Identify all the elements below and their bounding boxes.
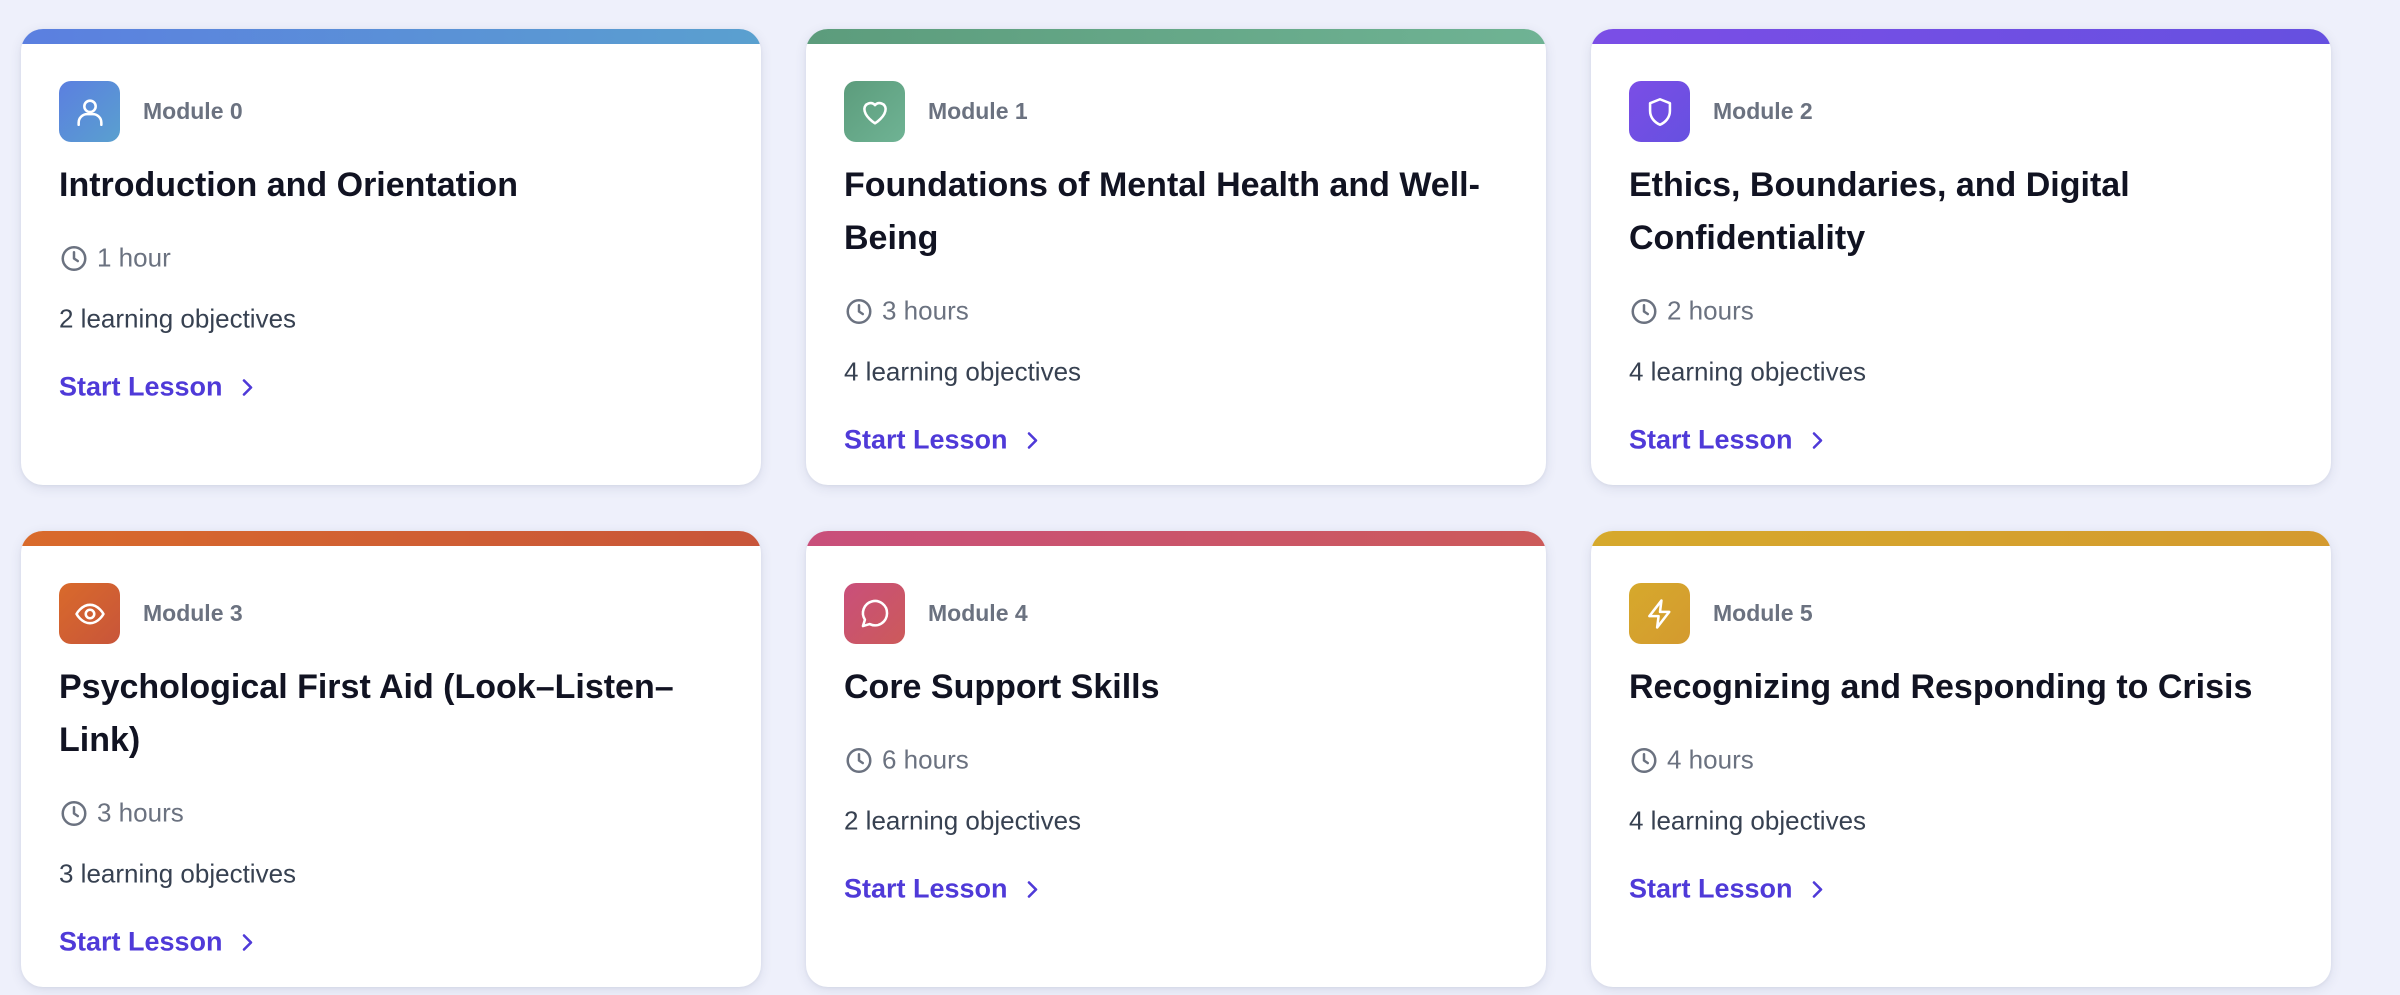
duration: 1 hour — [59, 243, 171, 274]
clock-icon — [1631, 298, 1657, 324]
module-card-3[interactable]: Module 3 Psychological First Aid (Look–L… — [21, 531, 761, 987]
duration: 2 hours — [1629, 296, 1754, 327]
start-lesson-label: Start Lesson — [59, 371, 223, 402]
module-card-0[interactable]: Module 0 Introduction and Orientation 1 … — [21, 29, 761, 485]
duration-text: 1 hour — [97, 242, 171, 273]
module-title: Introduction and Orientation — [59, 166, 518, 204]
duration-text: 2 hours — [1667, 295, 1754, 326]
card-header: Module 4 — [844, 583, 1028, 644]
module-title: Recognizing and Responding to Crisis — [1629, 668, 2253, 706]
module-grid: Module 0 Introduction and Orientation 1 … — [0, 0, 2400, 995]
module-card-4[interactable]: Module 4 Core Support Skills 6 hours 2 l… — [806, 531, 1546, 987]
duration: 3 hours — [59, 798, 184, 829]
duration-text: 4 hours — [1667, 744, 1754, 775]
card-header: Module 2 — [1629, 81, 1813, 142]
clock-icon — [61, 800, 87, 826]
module-title: Foundations of Mental Health and Well-Be… — [844, 166, 1480, 257]
duration: 4 hours — [1629, 745, 1754, 776]
module-label: Module 0 — [143, 98, 243, 124]
start-lesson-button[interactable]: Start Lesson — [844, 425, 1044, 456]
heart-icon — [844, 81, 905, 142]
module-title: Psychological First Aid (Look–Listen–Lin… — [59, 668, 674, 759]
start-lesson-label: Start Lesson — [844, 873, 1008, 904]
chevron-right-icon — [1027, 880, 1037, 898]
lightning-icon — [1629, 583, 1690, 644]
chevron-right-icon — [242, 933, 252, 951]
eye-icon — [59, 583, 120, 644]
card-accent-bar — [806, 29, 1546, 44]
start-lesson-button[interactable]: Start Lesson — [1629, 425, 1829, 456]
objectives-count: 4 learning objectives — [844, 356, 1082, 387]
module-card-1[interactable]: Module 1 Foundations of Mental Health an… — [806, 29, 1546, 485]
user-icon — [59, 81, 120, 142]
card-accent-bar — [21, 29, 761, 44]
module-title: Core Support Skills — [844, 668, 1160, 706]
clock-icon — [1631, 747, 1657, 773]
card-accent-bar — [806, 531, 1546, 546]
module-label: Module 4 — [928, 600, 1028, 626]
start-lesson-button[interactable]: Start Lesson — [59, 927, 259, 958]
chevron-right-icon — [242, 378, 252, 396]
clock-icon — [846, 298, 872, 324]
chevron-right-icon — [1027, 431, 1037, 449]
message-circle-icon — [844, 583, 905, 644]
module-label: Module 3 — [143, 600, 243, 626]
card-header: Module 3 — [59, 583, 243, 644]
card-header: Module 5 — [1629, 583, 1813, 644]
card-accent-bar — [21, 531, 761, 546]
module-label: Module 5 — [1713, 600, 1813, 626]
start-lesson-button[interactable]: Start Lesson — [59, 372, 259, 403]
chevron-right-icon — [1812, 431, 1822, 449]
card-accent-bar — [1591, 531, 2331, 546]
module-label: Module 2 — [1713, 98, 1813, 124]
clock-icon — [846, 747, 872, 773]
duration-text: 6 hours — [882, 744, 969, 775]
card-header: Module 0 — [59, 81, 243, 142]
start-lesson-label: Start Lesson — [1629, 873, 1793, 904]
objectives-count: 4 learning objectives — [1629, 805, 1867, 836]
start-lesson-button[interactable]: Start Lesson — [844, 874, 1044, 905]
card-accent-bar — [1591, 29, 2331, 44]
objectives-count: 4 learning objectives — [1629, 356, 1867, 387]
card-header: Module 1 — [844, 81, 1028, 142]
duration: 3 hours — [844, 296, 969, 327]
chevron-right-icon — [1812, 880, 1822, 898]
module-title: Ethics, Boundaries, and Digital Confiden… — [1629, 166, 2130, 257]
start-lesson-label: Start Lesson — [844, 424, 1008, 455]
start-lesson-label: Start Lesson — [1629, 424, 1793, 455]
clock-icon — [61, 245, 87, 271]
duration: 6 hours — [844, 745, 969, 776]
start-lesson-label: Start Lesson — [59, 926, 223, 957]
module-card-5[interactable]: Module 5 Recognizing and Responding to C… — [1591, 531, 2331, 987]
module-card-2[interactable]: Module 2 Ethics, Boundaries, and Digital… — [1591, 29, 2331, 485]
module-label: Module 1 — [928, 98, 1028, 124]
duration-text: 3 hours — [882, 295, 969, 326]
shield-icon — [1629, 81, 1690, 142]
objectives-count: 2 learning objectives — [844, 805, 1082, 836]
duration-text: 3 hours — [97, 797, 184, 828]
start-lesson-button[interactable]: Start Lesson — [1629, 874, 1829, 905]
objectives-count: 2 learning objectives — [59, 303, 297, 334]
objectives-count: 3 learning objectives — [59, 858, 297, 889]
